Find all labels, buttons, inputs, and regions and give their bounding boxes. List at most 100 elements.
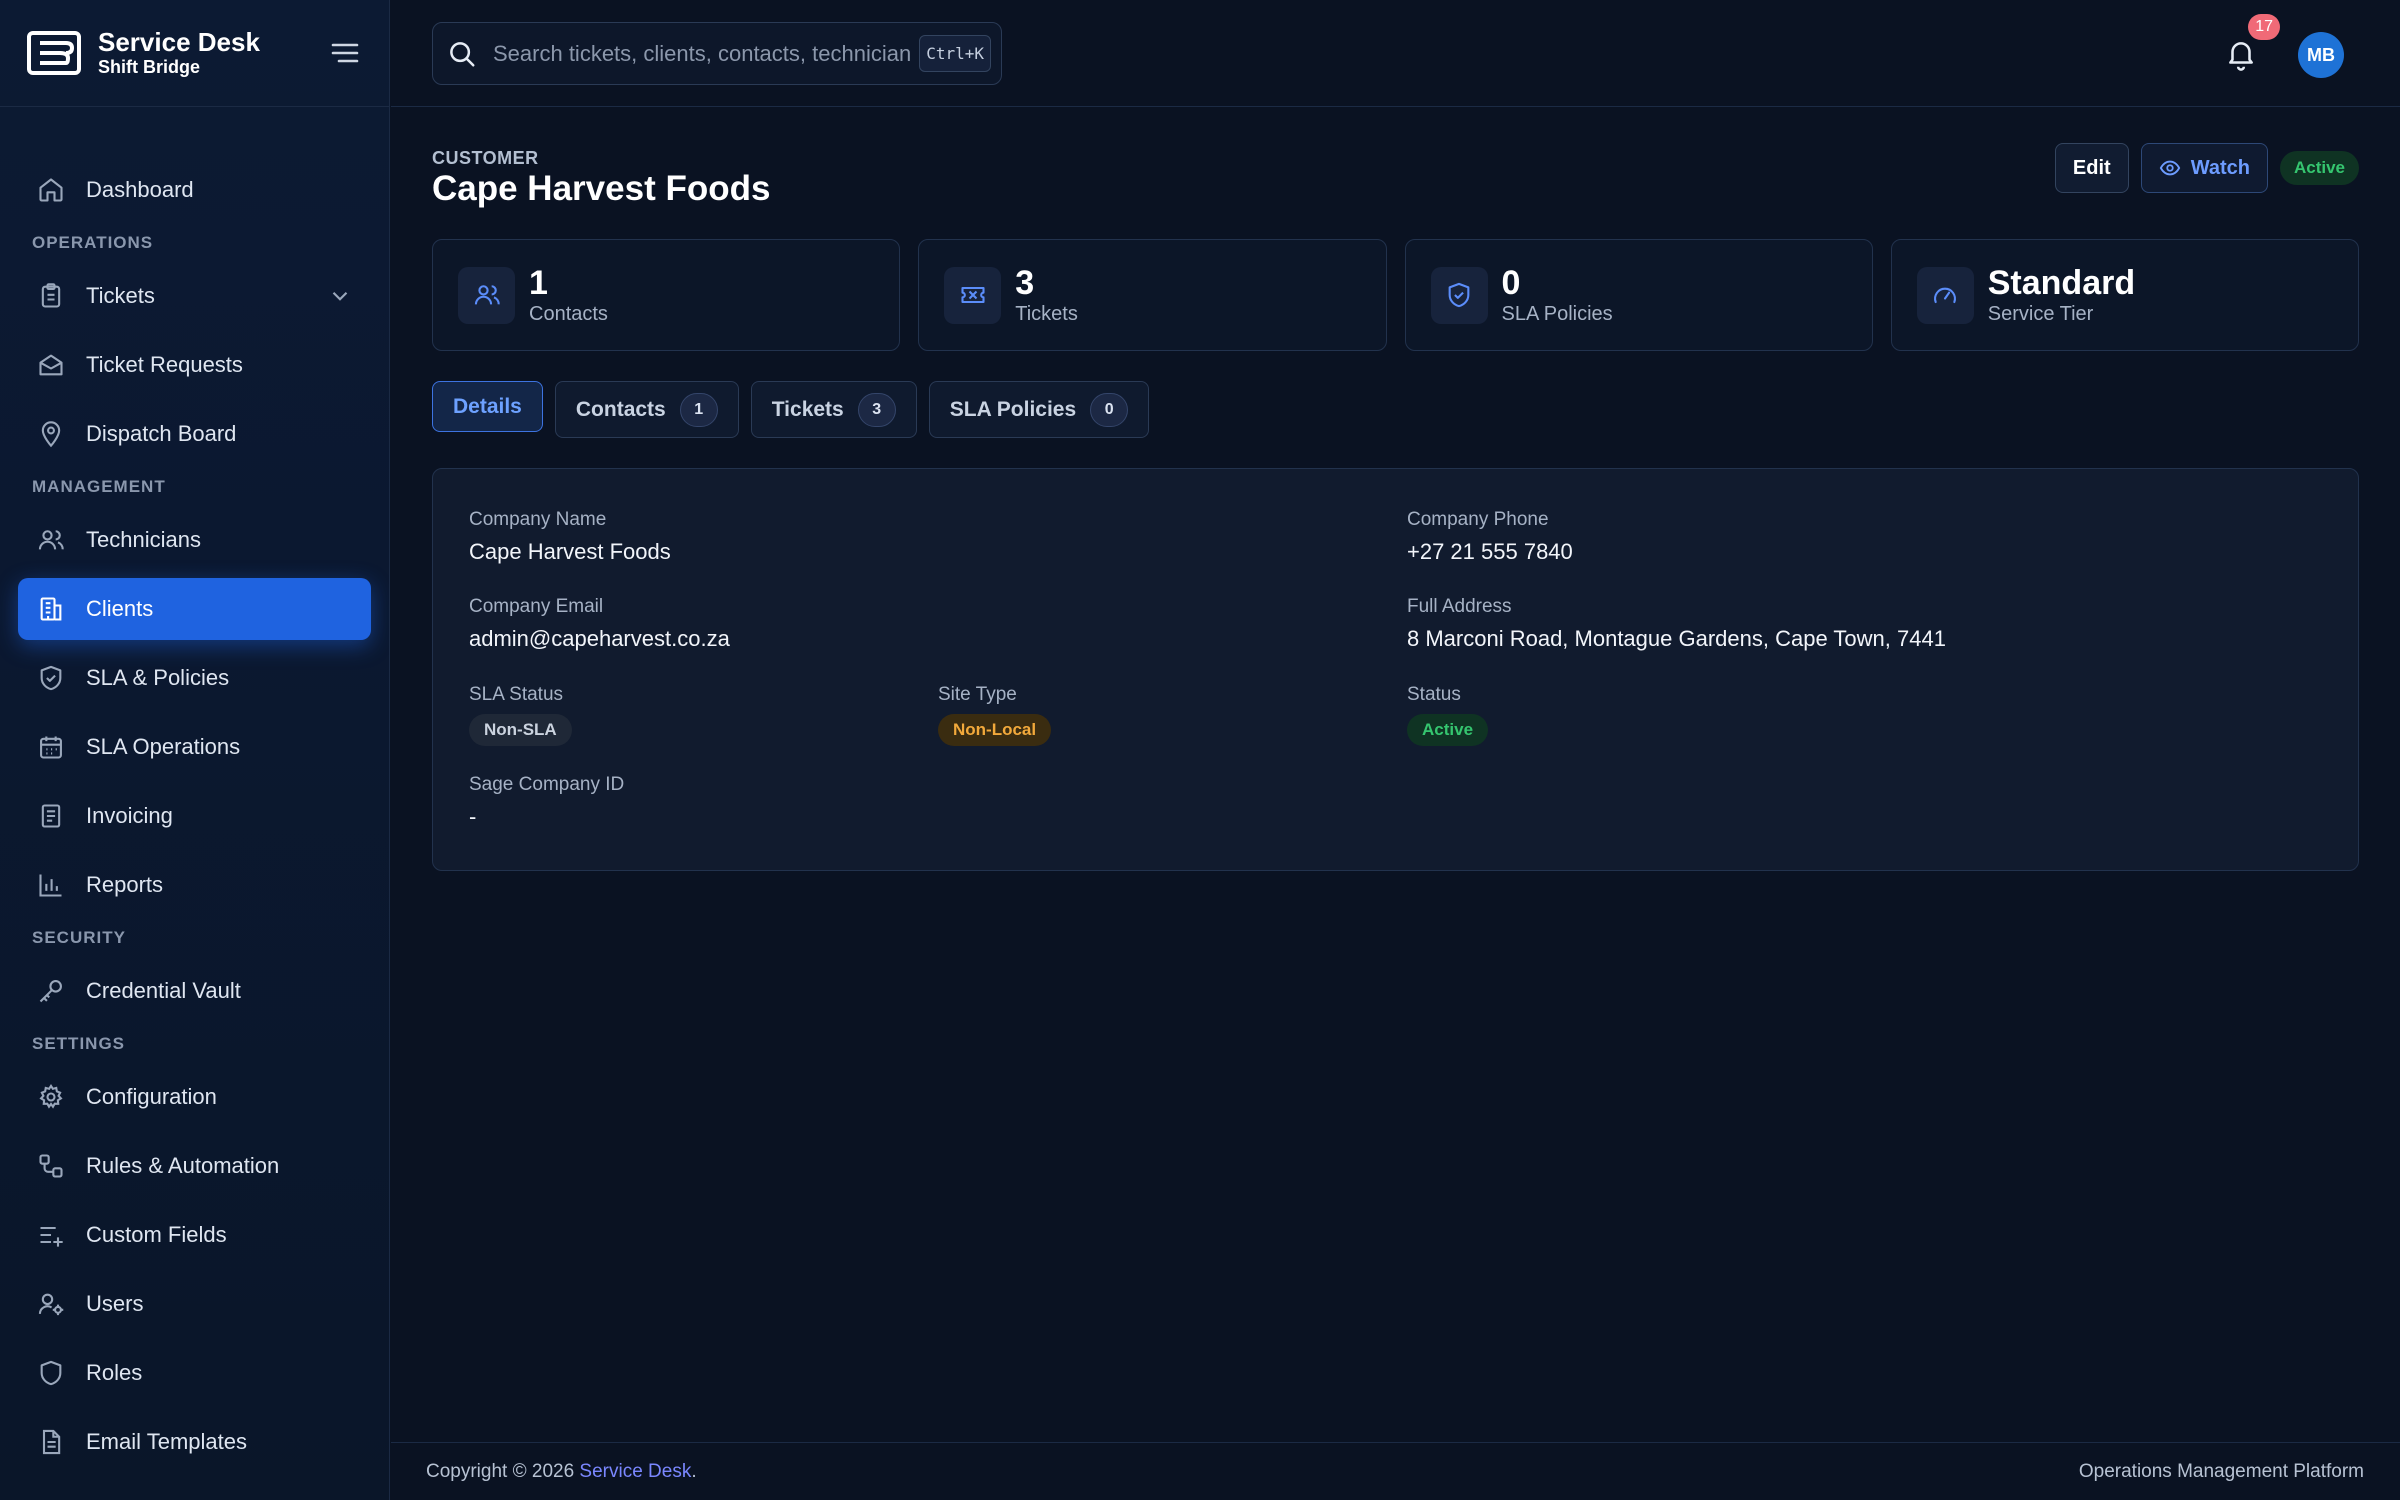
sidebar-item-roles[interactable]: Roles (18, 1342, 371, 1404)
sidebar-item-dashboard[interactable]: Dashboard (18, 159, 371, 221)
page-header: CUSTOMER Cape Harvest Foods Edit Watch A… (432, 107, 2359, 217)
status-badge: Active (1407, 714, 1489, 746)
tab-count-badge: 1 (679, 392, 718, 427)
status-badge: Active (2279, 151, 2359, 185)
stat-value: 1 (529, 264, 548, 302)
stat-card-tickets: 3 Tickets (918, 239, 1387, 351)
bell-icon[interactable] (2224, 36, 2258, 72)
field-value: - (469, 804, 477, 829)
search-input[interactable] (493, 40, 920, 67)
sidebar-item-tickets[interactable]: Tickets (18, 265, 371, 327)
site-type-badge: Non-Local (938, 714, 1052, 746)
tab-tickets[interactable]: Tickets 3 (750, 381, 917, 438)
gauge-icon (1916, 266, 1974, 324)
sidebar-item-label: Invoicing (86, 803, 173, 828)
sidebar-item-sla-operations[interactable]: SLA Operations (18, 716, 371, 778)
sidebar-item-ticket-requests[interactable]: Ticket Requests (18, 334, 371, 396)
page-eyebrow: CUSTOMER (432, 148, 539, 168)
field-company-phone: Company Phone +27 21 555 7840 (1407, 509, 1573, 565)
field-value: +27 21 555 7840 (1407, 539, 1573, 564)
section-security: SECURITY (32, 928, 126, 947)
field-label: Site Type (938, 684, 1017, 705)
tab-sla-policies[interactable]: SLA Policies 0 (928, 381, 1150, 438)
sidebar-item-clients[interactable]: Clients (18, 578, 371, 640)
sidebar-item-email-templates[interactable]: Email Templates (18, 1411, 371, 1473)
field-status: Status Active (1407, 684, 1489, 746)
field-value: Cape Harvest Foods (469, 539, 671, 564)
tab-label: Tickets (771, 397, 844, 421)
sla-status-badge: Non-SLA (469, 714, 572, 746)
avatar[interactable]: MB (2298, 32, 2344, 78)
stat-label: Service Tier (1987, 303, 2094, 325)
sidebar-item-custom-fields[interactable]: Custom Fields (18, 1204, 371, 1266)
menu-toggle-icon[interactable] (327, 35, 363, 71)
gear-icon (36, 1082, 66, 1112)
sidebar-item-rules-automation[interactable]: Rules & Automation (18, 1135, 371, 1197)
copyright: Copyright © 2026 Service Desk. (426, 1461, 697, 1483)
invoice-icon (36, 801, 66, 831)
sidebar-item-technicians[interactable]: Technicians (18, 509, 371, 571)
search-shortcut-hint: Ctrl+K (919, 35, 991, 72)
edit-button[interactable]: Edit (2054, 143, 2129, 193)
tab-contacts[interactable]: Contacts 1 (554, 381, 739, 438)
shield-icon (36, 1358, 66, 1388)
tab-count-badge: 0 (1090, 392, 1129, 427)
sidebar-item-credential-vault[interactable]: Credential Vault (18, 960, 371, 1022)
home-icon (36, 175, 66, 205)
sidebar-item-label: Clients (86, 596, 154, 621)
sidebar-item-sla-policies[interactable]: SLA & Policies (18, 647, 371, 709)
field-label: Sage Company ID (469, 774, 625, 795)
sidebar-item-label: Credential Vault (86, 978, 241, 1003)
stat-label: Tickets (1015, 303, 1078, 325)
field-label: Company Name (469, 509, 607, 530)
field-company-email: Company Email admin@capeharvest.co.za (469, 596, 730, 652)
sidebar-item-label: Custom Fields (86, 1222, 227, 1247)
watch-button[interactable]: Watch (2140, 143, 2268, 193)
field-full-address: Full Address 8 Marconi Road, Montague Ga… (1407, 596, 1946, 652)
clipboard-icon (36, 281, 66, 311)
footer: Copyright © 2026 Service Desk. Operation… (391, 1442, 2400, 1500)
field-company-name: Company Name Cape Harvest Foods (469, 509, 671, 565)
watch-button-label: Watch (2190, 156, 2250, 179)
sidebar-item-label: Rules & Automation (86, 1153, 280, 1178)
bar-chart-icon (36, 870, 66, 900)
sidebar-item-label: Users (86, 1291, 144, 1316)
field-site-type: Site Type Non-Local (938, 684, 1052, 746)
sidebar: Service Desk Shift Bridge Dashboard OPER… (0, 0, 390, 1500)
field-label: Company Email (469, 596, 604, 617)
field-label: Company Phone (1407, 509, 1549, 530)
sidebar-item-users[interactable]: Users (18, 1273, 371, 1335)
sidebar-item-label: Dashboard (86, 177, 194, 202)
sidebar-item-label: Configuration (86, 1084, 217, 1109)
footer-tagline: Operations Management Platform (2078, 1460, 2364, 1482)
chevron-down-icon[interactable] (327, 283, 353, 309)
eye-icon (2159, 160, 2180, 176)
stats-row: 1 Contacts 3 Tickets 0 SLA Policies Stan… (432, 239, 2359, 351)
search-box[interactable]: Ctrl+K (432, 22, 1002, 85)
sidebar-item-label: Dispatch Board (86, 421, 237, 446)
service-desk-logo-icon (27, 31, 81, 75)
sidebar-item-label: Ticket Requests (86, 352, 243, 377)
sidebar-item-invoicing[interactable]: Invoicing (18, 785, 371, 847)
tab-label: Details (453, 394, 522, 418)
stat-card-sla-policies: 0 SLA Policies (1404, 239, 1873, 351)
tab-label: Contacts (575, 397, 666, 421)
sidebar-item-reports[interactable]: Reports (18, 854, 371, 916)
users-icon (458, 266, 515, 324)
envelope-open-icon (36, 350, 66, 380)
stat-label: SLA Policies (1501, 303, 1613, 325)
building-icon (36, 594, 66, 624)
map-pin-icon (36, 419, 66, 449)
copyright-suffix: . (691, 1460, 697, 1482)
stat-card-service-tier: Standard Service Tier (1890, 239, 2359, 351)
tab-details[interactable]: Details (432, 381, 543, 432)
footer-brand-link[interactable]: Service Desk (579, 1461, 691, 1482)
shield-check-icon (36, 663, 66, 693)
search-icon (450, 41, 475, 66)
tab-label: SLA Policies (949, 397, 1077, 421)
sidebar-item-dispatch-board[interactable]: Dispatch Board (18, 403, 371, 465)
sidebar-item-configuration[interactable]: Configuration (18, 1066, 371, 1128)
sidebar-item-label: Reports (86, 872, 164, 897)
field-value: admin@capeharvest.co.za (469, 626, 730, 651)
workflow-icon (36, 1151, 66, 1181)
